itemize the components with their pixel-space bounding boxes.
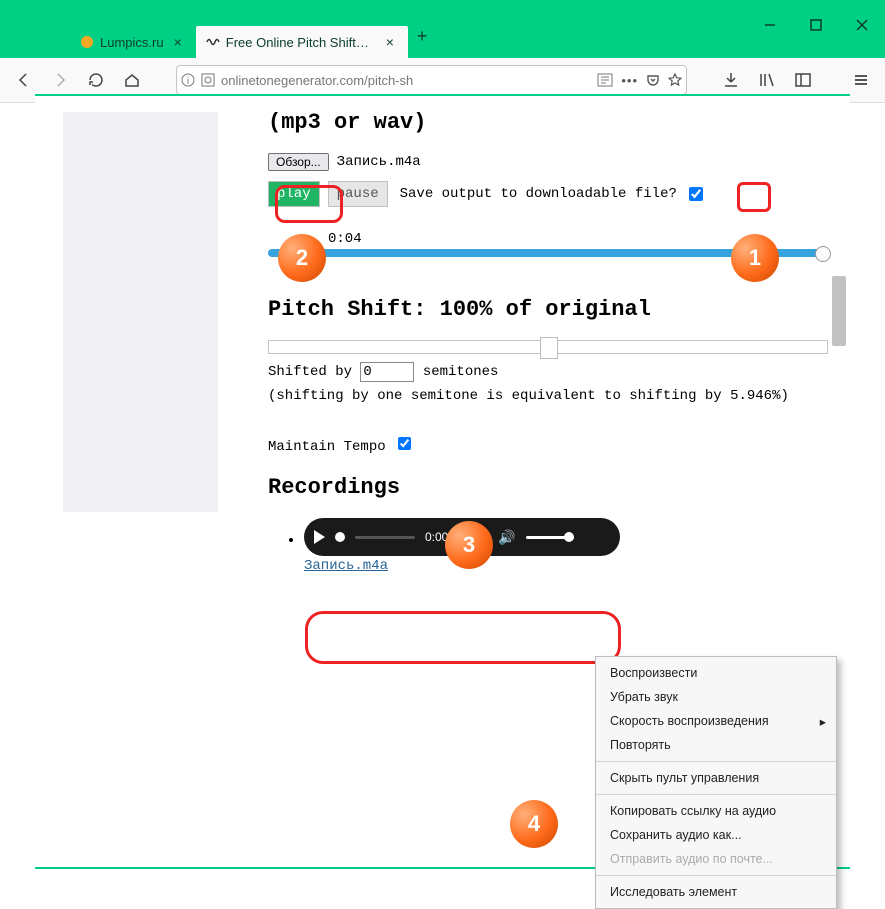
recording-link[interactable]: Запись.m4a (304, 558, 388, 574)
tab-close-icon[interactable]: × (170, 34, 186, 50)
close-window-button[interactable] (839, 0, 885, 50)
ctx-play[interactable]: Воспроизвести (596, 661, 836, 685)
reload-button[interactable] (80, 64, 112, 96)
audio-current-time: 0:00 (425, 530, 448, 544)
window-controls (747, 0, 885, 50)
shifted-by-label: Shifted by (268, 364, 352, 380)
semitones-label: semitones (423, 364, 499, 380)
tab-close-icon[interactable]: × (382, 34, 398, 50)
home-button[interactable] (116, 64, 148, 96)
library-button[interactable] (751, 64, 783, 96)
bookmark-star-icon[interactable] (668, 73, 682, 87)
browse-button[interactable]: Обзор... (268, 153, 329, 171)
audio-track[interactable] (355, 536, 415, 539)
audio-play-icon[interactable] (314, 530, 325, 544)
minimize-button[interactable] (747, 0, 793, 50)
sidebar-button[interactable] (787, 64, 819, 96)
save-output-checkbox[interactable] (689, 187, 703, 201)
pocket-icon[interactable] (646, 73, 660, 87)
audio-position-dot[interactable] (335, 532, 345, 542)
volume-icon[interactable]: 🔊 (498, 529, 515, 546)
ctx-save-as[interactable]: Сохранить аудио как... (596, 823, 836, 847)
tab-pitchshifter[interactable]: Free Online Pitch Shifter | Onlin × (196, 26, 408, 58)
url-bar[interactable]: i onlinetonegenerator.com/pitch-sh ••• (176, 65, 687, 95)
semitones-input[interactable] (360, 362, 414, 382)
favicon-lumpics (80, 35, 94, 49)
pitch-slider-handle[interactable] (540, 337, 558, 359)
playback-time: 0:04 (328, 231, 828, 247)
scrollbar-thumb[interactable] (832, 276, 846, 346)
downloads-button[interactable] (715, 64, 747, 96)
tab-label: Lumpics.ru (100, 35, 164, 50)
recordings-heading: Recordings (268, 475, 828, 500)
back-button[interactable] (8, 64, 40, 96)
pitch-slider[interactable] (268, 340, 828, 354)
url-text: onlinetonegenerator.com/pitch-sh (221, 73, 591, 88)
context-menu: Воспроизвести Убрать звук Скорость воспр… (595, 656, 837, 909)
ctx-speed[interactable]: Скорость воспроизведения ▸ (596, 709, 836, 733)
new-tab-button[interactable]: + (408, 26, 436, 58)
tab-label: Free Online Pitch Shifter | Onlin (226, 35, 376, 50)
chosen-filename: Запись.m4a (337, 154, 421, 170)
forward-button[interactable] (44, 64, 76, 96)
favicon-wave-icon (206, 35, 220, 49)
sidebar-placeholder (63, 112, 218, 512)
ctx-speed-label: Скорость воспроизведения (610, 714, 769, 728)
save-output-label: Save output to downloadable file? (400, 186, 677, 202)
ctx-hide-controls[interactable]: Скрыть пульт управления (596, 766, 836, 790)
ctx-inspect[interactable]: Исследовать элемент (596, 880, 836, 904)
tempo-checkbox[interactable] (398, 437, 411, 450)
play-button[interactable]: play (268, 181, 320, 207)
progress-thumb[interactable] (815, 246, 831, 262)
shift-note: (shifting by one semitone is equivalent … (268, 388, 828, 404)
page-heading: (mp3 or wav) (268, 110, 828, 135)
progress-slider[interactable] (268, 249, 828, 257)
pause-button[interactable]: pause (328, 181, 388, 207)
tab-lumpics[interactable]: Lumpics.ru × (70, 26, 196, 58)
ctx-loop[interactable]: Повторять (596, 733, 836, 757)
reader-mode-icon[interactable] (597, 73, 613, 87)
permission-icon[interactable] (201, 73, 215, 87)
progress-fill (268, 249, 825, 257)
info-icon[interactable]: i (181, 73, 195, 87)
list-item: 0:00 / 0:01 🔊 Запись.m4a (304, 518, 828, 574)
tab-strip: Lumpics.ru × Free Online Pitch Shifter |… (70, 26, 436, 58)
page-actions-icon[interactable]: ••• (621, 73, 638, 88)
audio-player[interactable]: 0:00 / 0:01 🔊 (304, 518, 620, 556)
volume-slider[interactable] (526, 536, 574, 539)
tempo-label: Maintain Tempo (268, 439, 386, 455)
audio-duration: 0:01 (465, 530, 488, 544)
maximize-button[interactable] (793, 0, 839, 50)
ctx-copy-link[interactable]: Копировать ссылку на аудио (596, 799, 836, 823)
pitch-heading: Pitch Shift: 100% of original (268, 297, 828, 322)
ctx-mute[interactable]: Убрать звук (596, 685, 836, 709)
menu-button[interactable] (845, 64, 877, 96)
titlebar: Lumpics.ru × Free Online Pitch Shifter |… (0, 0, 885, 58)
chevron-right-icon: ▸ (820, 714, 826, 729)
ctx-send-mail: Отправить аудио по почте... (596, 847, 836, 871)
svg-text:i: i (187, 76, 189, 87)
